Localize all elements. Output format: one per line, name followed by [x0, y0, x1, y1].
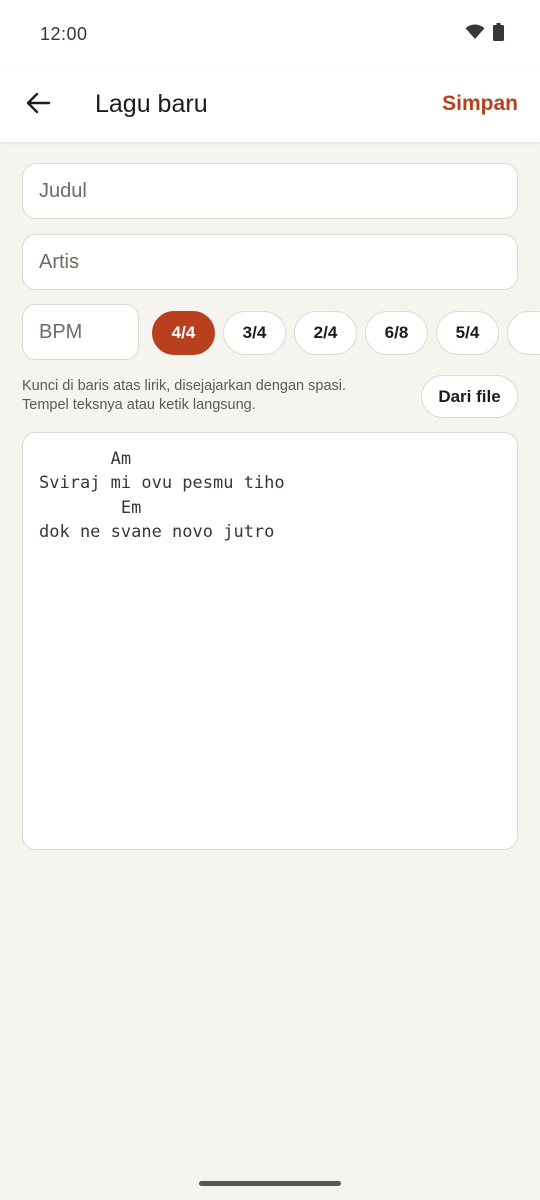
time-signature-chip[interactable]: 6/8	[365, 311, 428, 355]
home-indicator[interactable]	[199, 1181, 341, 1186]
wifi-icon	[465, 23, 485, 45]
hint-line-2: Tempel teksnya atau ketik langsung.	[22, 397, 256, 413]
title-field	[22, 163, 518, 219]
page-title: Lagu baru	[95, 90, 208, 118]
hint-line-1: Kunci di baris atas lirik, disejajarkan …	[22, 378, 347, 394]
bpm-input[interactable]	[23, 305, 138, 359]
app-bar: Lagu baru Simpan	[0, 68, 540, 142]
time-signature-chips: 4/4 3/4 2/4 6/8 5/4	[152, 311, 540, 355]
lyrics-editor-content: Am Sviraj mi ovu pesmu tiho Em dok ne sv…	[39, 449, 285, 542]
editor-hint: Kunci di baris atas lirik, disejajarkan …	[22, 377, 402, 415]
status-bar: 12:00	[0, 0, 540, 68]
from-file-button[interactable]: Dari file	[421, 375, 518, 418]
back-button[interactable]	[14, 81, 62, 129]
time-signature-chip[interactable]: 4/4	[152, 311, 215, 355]
battery-icon	[493, 22, 504, 46]
title-input[interactable]	[23, 164, 517, 218]
time-signature-chip[interactable]: 5/4	[436, 311, 499, 355]
arrow-left-icon	[25, 91, 51, 120]
status-icons	[465, 22, 504, 46]
time-signature-chip[interactable]: 2/4	[294, 311, 357, 355]
status-time: 12:00	[40, 24, 88, 44]
lyrics-editor[interactable]: Am Sviraj mi ovu pesmu tiho Em dok ne sv…	[22, 432, 518, 850]
time-signature-chip[interactable]: 3/4	[223, 311, 286, 355]
artist-field	[22, 234, 518, 290]
artist-input[interactable]	[23, 235, 517, 289]
bpm-field	[22, 304, 139, 360]
time-signature-chip-overflow[interactable]	[507, 311, 540, 355]
save-button[interactable]: Simpan	[442, 92, 518, 116]
